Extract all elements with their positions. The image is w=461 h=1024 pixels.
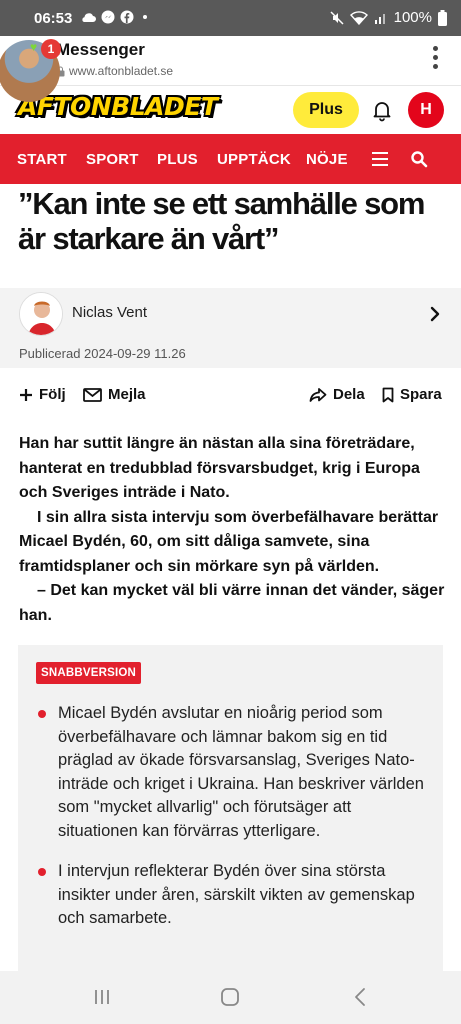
follow-label: Följ [39,386,66,403]
heart-icon: ♥ [30,40,38,54]
summary-item: Micael Bydén avslutar en nioårig period … [36,702,431,843]
dot-icon [143,15,147,19]
author-photo [19,292,63,336]
back-icon[interactable] [352,987,368,1007]
messenger-icon [101,10,115,24]
url-text: www.aftonbladet.se [69,64,174,78]
nav-item-start[interactable]: START [17,151,67,168]
home-icon[interactable] [220,987,240,1007]
browser-url[interactable]: www.aftonbladet.se [56,64,173,78]
summary-item-text: Micael Bydén avslutar en nioårig period … [58,704,424,840]
summary-list: Micael Bydén avslutar en nioårig period … [36,702,431,948]
more-options-icon[interactable] [431,46,439,69]
facebook-icon [120,10,134,24]
share-label: Dela [333,386,365,403]
in-app-browser-bar: Messenger www.aftonbladet.se [0,36,461,86]
status-bar: 06:53 100% [0,0,461,36]
user-avatar-button[interactable]: H [408,92,444,128]
nav-item-sport[interactable]: SPORT [86,151,139,168]
nav-item-upptack[interactable]: UPPTÄCK [217,151,291,168]
plus-button[interactable]: Plus [293,92,359,128]
author-name: Niclas Vent [72,304,148,321]
summary-box: SNABBVERSION Micael Bydén avslutar en ni… [18,645,443,975]
chat-head-badge: 1 [41,39,61,59]
notification-icons [80,10,147,24]
plus-icon [20,388,32,401]
lead-paragraph: I sin allra sista intervju som överbefäl… [19,508,439,575]
save-label: Spara [400,386,442,403]
recent-apps-icon[interactable] [92,987,112,1007]
clock: 06:53 [34,10,73,27]
signal-icon [374,13,385,24]
nav-item-plus[interactable]: PLUS [157,151,198,168]
main-nav: START SPORT PLUS UPPTÄCK NÖJE [0,134,461,184]
share-icon [309,387,327,402]
share-button[interactable]: Dela [309,386,365,403]
site-header: AFTONBLADET Plus H [0,86,461,134]
article-headline: ”Kan inte se ett samhälle som är starkar… [18,186,425,256]
menu-icon[interactable] [372,152,388,166]
mail-icon [83,387,102,402]
bullet-dot-icon [38,710,46,718]
lead-paragraph: – Det kan mycket väl bli värre innan det… [19,582,445,624]
search-icon[interactable] [410,150,428,168]
cloud-icon [82,13,96,22]
published-date: Publicerad 2024-09-29 11.26 [0,340,461,368]
summary-item-text: I intervjun reflekterar Bydén över sina … [58,862,415,927]
mute-icon [330,10,344,25]
wifi-icon [349,10,368,25]
aftonbladet-logo[interactable]: AFTONBLADET [18,92,218,121]
save-button[interactable]: Spara [382,386,442,403]
nav-item-noje[interactable]: NÖJE [306,151,348,168]
email-label: Mejla [108,386,146,403]
article-lead: Han har suttit längre än nästan alla sin… [19,432,447,628]
system-icons: 100% [330,9,447,26]
battery-level: 100% [393,9,432,26]
system-navigation-bar [0,971,461,1024]
battery-icon [438,9,447,26]
lead-paragraph: Han har suttit längre än nästan alla sin… [19,435,420,501]
bookmark-icon [382,387,394,402]
follow-button[interactable]: Följ [19,386,66,403]
summary-item: I intervjun reflekterar Bydén över sina … [36,860,431,931]
browser-title: Messenger [56,40,145,59]
author-row[interactable]: Niclas Vent [0,288,461,340]
bullet-dot-icon [38,868,46,876]
article-actions: Följ Mejla Dela Spara [0,380,461,410]
email-button[interactable]: Mejla [83,386,146,403]
bell-icon[interactable] [370,98,394,122]
summary-tag: SNABBVERSION [36,662,142,684]
chevron-right-icon [430,306,440,322]
